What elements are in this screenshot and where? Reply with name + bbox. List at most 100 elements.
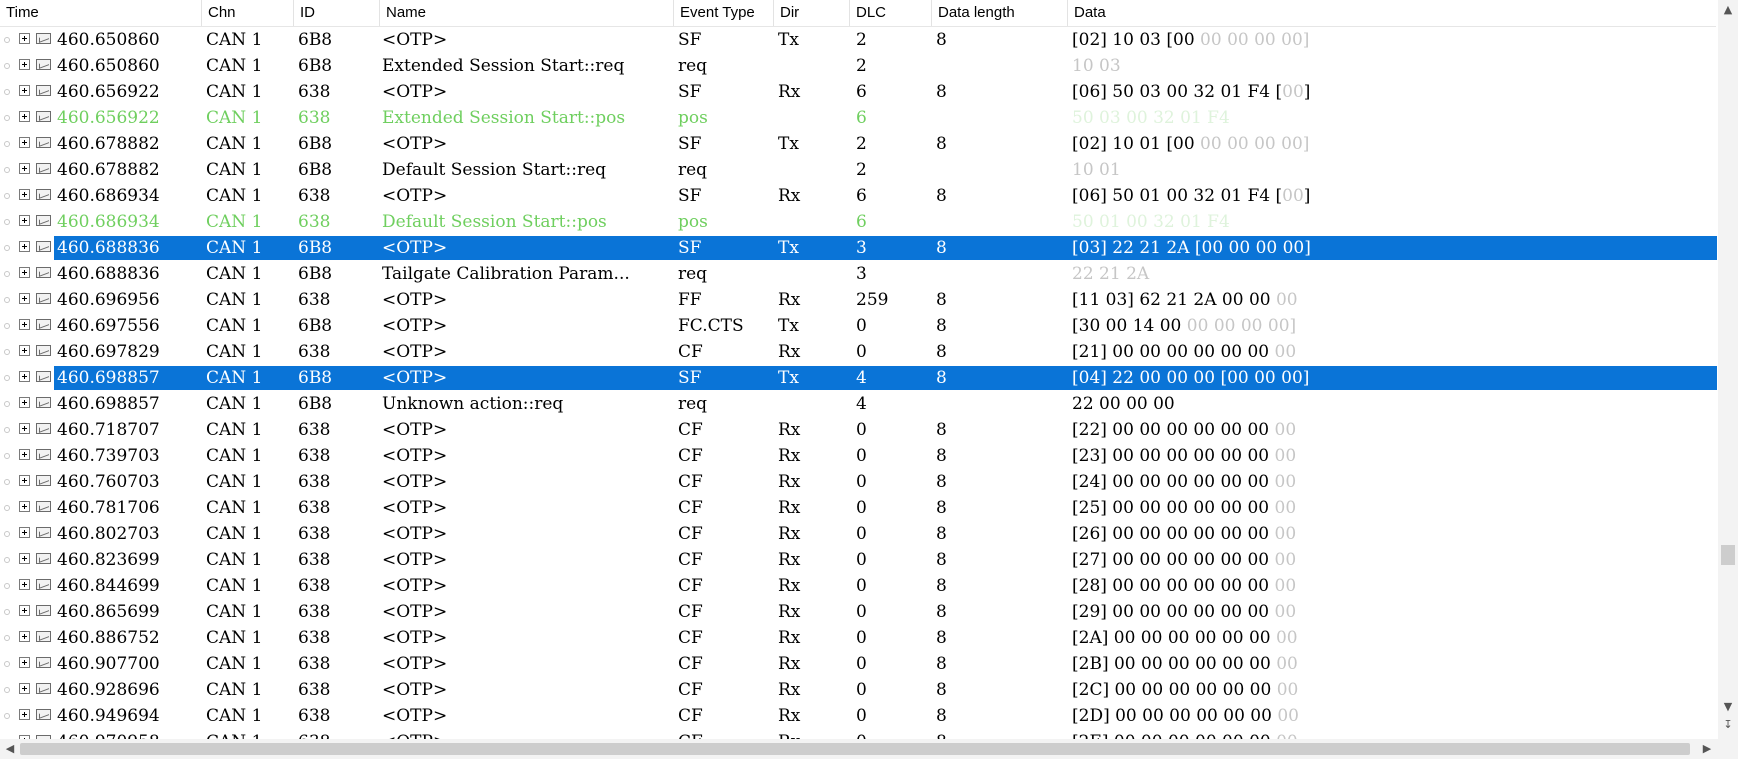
table-row[interactable]: 460.698857 CAN 1 6B8 Unknown action::req req… (0, 391, 1718, 417)
expand-plus-icon[interactable] (19, 345, 30, 356)
data-bytes: [02] 10 03 [00 (1072, 30, 1195, 50)
expand-plus-icon[interactable] (19, 709, 30, 720)
horizontal-scroll-thumb[interactable] (20, 743, 1690, 755)
col-chn[interactable]: Chn (202, 0, 294, 26)
expand-plus-icon[interactable] (19, 59, 30, 70)
expand-plus-icon[interactable] (19, 501, 30, 512)
cell-dlc: 4 (856, 368, 867, 388)
cell-data: [25] 00 00 00 00 00 00 00 (1072, 495, 1296, 521)
expand-plus-icon[interactable] (19, 267, 30, 278)
expand-plus-icon[interactable] (19, 683, 30, 694)
cell-name: <OTP> (382, 368, 448, 388)
table-row[interactable]: 460.650860 CAN 1 6B8 Extended Session Start… (0, 53, 1718, 79)
data-bytes: [2A] 00 00 00 00 00 00 (1072, 628, 1276, 648)
col-id[interactable]: ID (294, 0, 380, 26)
cell-id: 6B8 (298, 160, 333, 180)
table-row[interactable]: 460.686934 CAN 1 638 <OTP> SF Rx 6 8 [06] 50 01 … (0, 183, 1718, 209)
scroll-right-icon[interactable]: ▶ (1700, 742, 1714, 756)
table-row[interactable]: 460.907700 CAN 1 638 <OTP> CF Rx 0 8 [2B] 00 00 … (0, 651, 1718, 677)
expand-plus-icon[interactable] (19, 553, 30, 564)
expand-plus-icon[interactable] (19, 423, 30, 434)
table-row[interactable]: 460.739703 CAN 1 638 <OTP> CF Rx 0 8 [23] 00 00 … (0, 443, 1718, 469)
col-dir[interactable]: Dir (774, 0, 850, 26)
table-row[interactable]: 460.696956 CAN 1 638 <OTP> FF Rx 259 8 [11 03] 6… (0, 287, 1718, 313)
scroll-left-icon[interactable]: ◀ (3, 742, 17, 756)
expand-plus-icon[interactable] (19, 397, 30, 408)
cell-time: 460.718707 (57, 420, 160, 440)
table-row[interactable]: 460.823699 CAN 1 638 <OTP> CF Rx 0 8 [27] 00 00 … (0, 547, 1718, 573)
scroll-end-icon[interactable]: ↧ (1721, 718, 1735, 732)
cell-name: <OTP> (382, 420, 448, 440)
table-row[interactable]: 460.656922 CAN 1 638 <OTP> SF Rx 6 8 [06] 50 03 … (0, 79, 1718, 105)
expand-plus-icon[interactable] (19, 33, 30, 44)
table-row[interactable]: 460.688836 CAN 1 6B8 Tailgate Calibration P… (0, 261, 1718, 287)
vertical-scroll-thumb[interactable] (1721, 545, 1735, 565)
table-row[interactable]: 460.928696 CAN 1 638 <OTP> CF Rx 0 8 [2C] 00 00 … (0, 677, 1718, 703)
expand-plus-icon[interactable] (19, 111, 30, 122)
cell-chn: CAN 1 (206, 394, 263, 414)
row-marker-icon (4, 427, 10, 433)
expand-plus-icon[interactable] (19, 657, 30, 668)
scroll-up-icon[interactable]: ▲ (1721, 3, 1735, 17)
scroll-down-icon[interactable]: ▼ (1721, 700, 1735, 714)
table-row[interactable]: 460.760703 CAN 1 638 <OTP> CF Rx 0 8 [24] 00 00 … (0, 469, 1718, 495)
expand-plus-icon[interactable] (19, 371, 30, 382)
cell-dir: Rx (778, 729, 800, 739)
col-data[interactable]: Data (1068, 0, 1716, 26)
row-tree-controls (4, 319, 54, 335)
row-marker-icon (4, 713, 10, 719)
expand-plus-icon[interactable] (19, 475, 30, 486)
table-row[interactable]: 460.678882 CAN 1 6B8 Default Session Start:… (0, 157, 1718, 183)
expand-plus-icon[interactable] (19, 241, 30, 252)
cell-data: 50 03 00 32 01 F4 (1072, 105, 1230, 131)
expand-plus-icon[interactable] (19, 189, 30, 200)
table-row[interactable]: 460.678882 CAN 1 6B8 <OTP> SF Tx 2 8 [02] 10 01 … (0, 131, 1718, 157)
col-event-type[interactable]: Event Type (674, 0, 774, 26)
expand-plus-icon[interactable] (19, 449, 30, 460)
col-name[interactable]: Name (380, 0, 674, 26)
cell-dlen: 8 (936, 368, 947, 388)
cell-dlen: 8 (936, 186, 947, 206)
table-row[interactable]: 460.886752 CAN 1 638 <OTP> CF Rx 0 8 [2A] 00 00 … (0, 625, 1718, 651)
table-row[interactable]: 460.650860 CAN 1 6B8 <OTP> SF Tx 2 8 [02] 10 03 … (0, 27, 1718, 53)
data-padding-bytes: 00 (1274, 576, 1297, 596)
table-row[interactable]: 460.949694 CAN 1 638 <OTP> CF Rx 0 8 [2D] 00 00 … (0, 703, 1718, 729)
col-data-length[interactable]: Data length (932, 0, 1068, 26)
table-row[interactable]: 460.781706 CAN 1 638 <OTP> CF Rx 0 8 [25] 00 00 … (0, 495, 1718, 521)
col-dlc[interactable]: DLC (850, 0, 932, 26)
cell-id: 638 (298, 729, 330, 739)
expand-plus-icon[interactable] (19, 579, 30, 590)
col-time[interactable]: Time (0, 0, 202, 26)
cell-data: 50 01 00 32 01 F4 (1072, 209, 1230, 235)
row-tree-controls (4, 475, 54, 491)
expand-plus-icon[interactable] (19, 605, 30, 616)
data-padding-bytes: 00 (1276, 732, 1298, 739)
expand-plus-icon[interactable] (19, 527, 30, 538)
message-envelope-icon (36, 33, 51, 44)
expand-plus-icon[interactable] (19, 163, 30, 174)
expand-plus-icon[interactable] (19, 631, 30, 642)
cell-name: <OTP> (382, 134, 448, 154)
expand-plus-icon[interactable] (19, 85, 30, 96)
expand-plus-icon[interactable] (19, 137, 30, 148)
expand-plus-icon[interactable] (19, 293, 30, 304)
table-row[interactable]: 460.688836 CAN 1 6B8 <OTP> SF Tx 3 8 [03] 22 21 … (0, 235, 1718, 261)
cell-name: <OTP> (382, 524, 448, 544)
vertical-scrollbar[interactable]: ▲ ▼ ↧ (1718, 0, 1738, 739)
table-row[interactable]: 460.686934 CAN 1 638 Default Session Start:… (0, 209, 1718, 235)
table-row[interactable]: 460.844699 CAN 1 638 <OTP> CF Rx 0 8 [28] 00 00 … (0, 573, 1718, 599)
table-row[interactable]: 460.697556 CAN 1 6B8 <OTP> FC.CTS Tx 0 8 [30 00 … (0, 313, 1718, 339)
table-row[interactable]: 460.802703 CAN 1 638 <OTP> CF Rx 0 8 [26] 00 00 … (0, 521, 1718, 547)
table-row[interactable]: 460.698857 CAN 1 6B8 <OTP> SF Tx 4 8 [04] 22 00 … (0, 365, 1718, 391)
message-envelope-icon (36, 85, 51, 96)
expand-plus-icon[interactable] (19, 319, 30, 330)
table-row[interactable]: 460.718707 CAN 1 638 <OTP> CF Rx 0 8 [22] 00 00 … (0, 417, 1718, 443)
data-padding-bytes: 00 (1274, 342, 1297, 362)
expand-plus-icon[interactable] (19, 215, 30, 226)
table-row[interactable]: 460.865699 CAN 1 638 <OTP> CF Rx 0 8 [29] 00 00 … (0, 599, 1718, 625)
table-row[interactable]: 460.656922 CAN 1 638 Extended Session Start… (0, 105, 1718, 131)
table-row[interactable]: 460.970958 CAN 1 638 <OTP> CF Rx 0 8 [2E] 00 00 … (0, 729, 1718, 739)
row-tree-controls (4, 85, 54, 101)
cell-dlc: 0 (856, 498, 867, 518)
table-row[interactable]: 460.697829 CAN 1 638 <OTP> CF Rx 0 8 [21] 00 00 … (0, 339, 1718, 365)
